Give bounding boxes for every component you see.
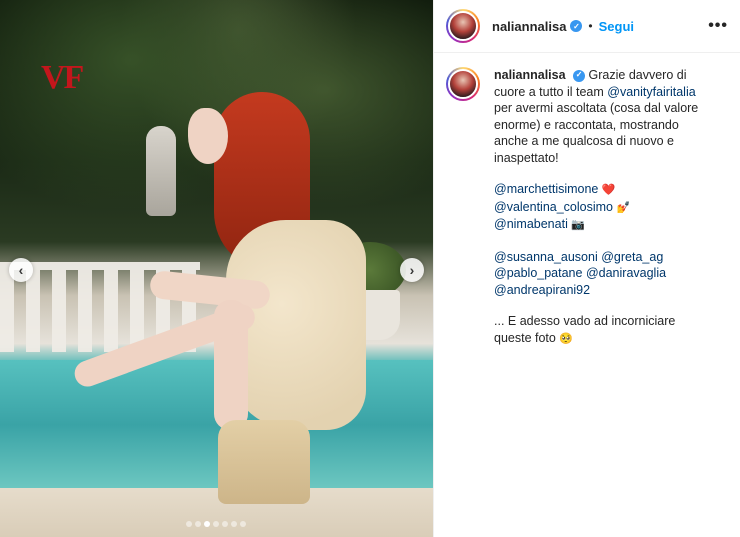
verified-badge-icon: ✓ [573,69,586,82]
caption-username[interactable]: naliannalisa [494,68,566,82]
caption-avatar[interactable] [446,67,480,101]
carousel-dot [186,521,192,527]
post-header: naliannalisa ✓ • Segui ••• [434,0,740,53]
more-options-icon[interactable]: ••• [708,17,728,35]
mention-link[interactable]: @vanityfairitalia [607,85,695,99]
subject-shoe [218,420,310,504]
chevron-left-icon: ‹ [18,262,24,278]
mention-link[interactable]: @andreapirani92 [494,283,590,297]
caption-body: naliannalisa ✓ Grazie davvero di cuore a… [494,67,716,362]
avatar[interactable] [446,9,480,43]
post-photo[interactable]: VF ‹ › [0,0,433,537]
mention-link[interactable]: @nimabenati [494,217,568,231]
carousel-prev-button[interactable]: ‹ [9,258,33,282]
caption-tags: @susanna_ausoni @greta_ag @pablo_patane … [494,249,716,299]
carousel-indicator [186,521,246,527]
credit-line: @nimabenati 📷 [494,216,716,234]
carousel-dot [240,521,246,527]
pleading-face-emoji-icon: 🥺 [559,332,574,345]
heart-emoji-icon: ❤️ [601,184,616,196]
subject-face [188,108,228,164]
carousel-next-button[interactable]: › [400,258,424,282]
caption-closing: ... E adesso vado ad incorniciare queste… [494,313,716,347]
caption-paragraph-intro: naliannalisa ✓ Grazie davvero di cuore a… [494,67,716,166]
vanity-fair-watermark: VF [41,59,84,96]
photo-deck [0,488,433,537]
mention-link[interactable]: @daniravaglia [586,266,666,280]
carousel-dot [222,521,228,527]
separator-dot: • [588,19,593,33]
caption-text: per avermi ascoltata (cosa dal valore en… [494,101,699,165]
mention-link[interactable]: @pablo_patane [494,266,582,280]
post-side-panel: naliannalisa ✓ • Segui ••• naliannalisa … [433,0,740,537]
mention-link[interactable]: @greta_ag [601,250,663,264]
carousel-dot [231,521,237,527]
mention-link[interactable]: @susanna_ausoni [494,250,598,264]
post-author-username[interactable]: naliannalisa [492,19,566,34]
mention-link[interactable]: @marchettisimone [494,182,598,196]
mention-link[interactable]: @valentina_colosimo [494,200,613,214]
camera-emoji-icon: 📷 [571,219,586,231]
carousel-dot [195,521,201,527]
post-caption: naliannalisa ✓ Grazie davvero di cuore a… [434,53,740,362]
credit-line: @valentina_colosimo 💅 [494,199,716,217]
verified-badge-icon: ✓ [570,20,583,32]
follow-button[interactable]: Segui [599,19,634,34]
credit-line: @marchettisimone ❤️ [494,181,716,199]
photo-statue [146,126,176,216]
caption-text: ... E adesso vado ad incorniciare queste… [494,314,676,345]
carousel-dot [213,521,219,527]
chevron-right-icon: › [409,262,415,278]
nail-polish-emoji-icon: 💅 [616,201,631,214]
carousel-dot [204,521,210,527]
caption-credits: @marchettisimone ❤️ @valentina_colosimo … [494,181,716,234]
